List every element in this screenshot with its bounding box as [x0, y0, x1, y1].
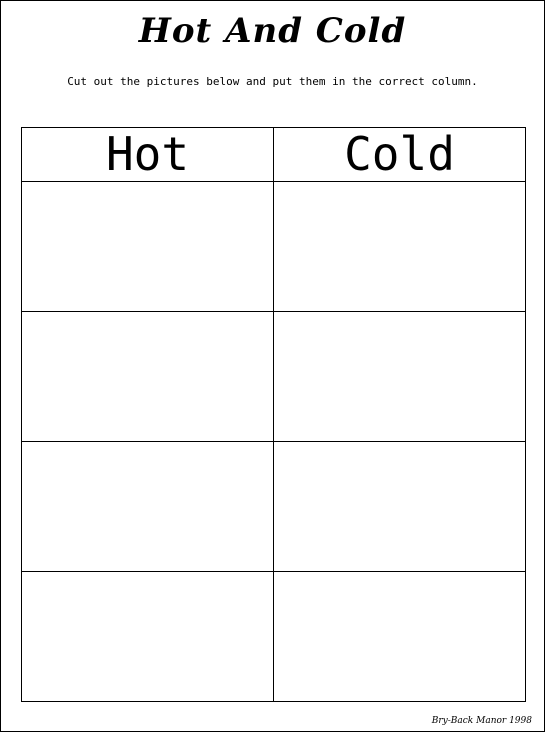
column-header-hot: Hot — [21, 127, 274, 182]
credit-text: Bry-Back Manor 1998 — [431, 716, 532, 726]
cold-cell-1 — [273, 181, 526, 312]
hot-cell-3 — [21, 441, 274, 572]
instructions-text: Cut out the pictures below and put them … — [67, 75, 478, 88]
table-row — [21, 441, 526, 572]
hot-cell-4 — [21, 571, 274, 702]
cold-cell-2 — [273, 311, 526, 442]
hot-cell-1 — [21, 181, 274, 312]
hot-cell-2 — [21, 311, 274, 442]
table-row — [21, 571, 526, 702]
table-row — [21, 181, 526, 312]
sorting-table: Hot Cold — [21, 127, 526, 702]
header-row: Hot Cold — [21, 127, 526, 182]
worksheet-page: Hot And Cold Cut out the pictures below … — [0, 0, 545, 732]
cold-cell-4 — [273, 571, 526, 702]
column-header-cold: Cold — [273, 127, 526, 182]
cold-cell-3 — [273, 441, 526, 572]
table-row — [21, 311, 526, 442]
worksheet-title: Hot And Cold — [138, 11, 407, 51]
